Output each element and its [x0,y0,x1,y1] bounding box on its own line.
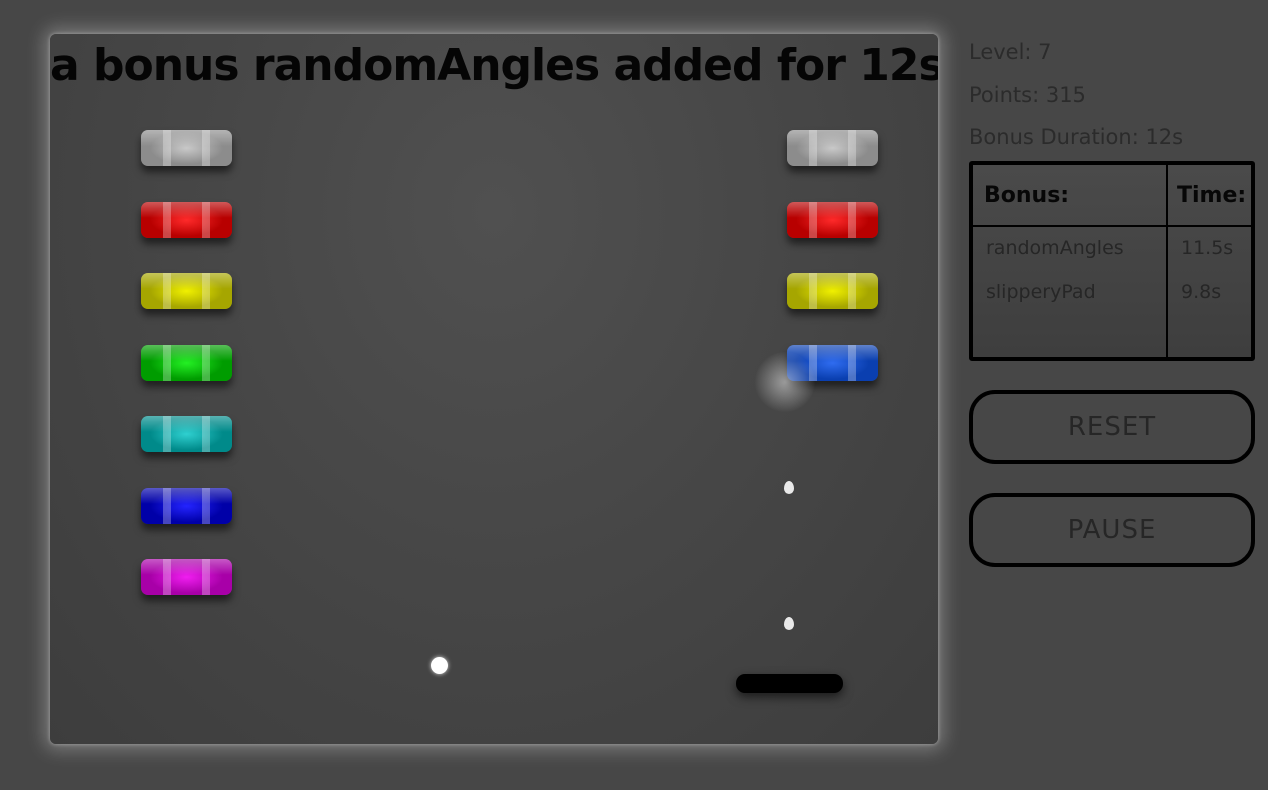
brick-shine [141,416,232,433]
brick-shine [141,345,232,362]
brick [141,416,232,452]
bonus-table: Bonus: Time: randomAngles 11.5s slippery… [969,161,1255,361]
brick-shine [787,273,878,290]
brick [141,273,232,309]
brick-shine [141,488,232,505]
brick-shine [141,202,232,219]
table-cell-bonus: randomAngles [986,237,1124,259]
brick [141,202,232,238]
level-label: Level: 7 [969,40,1052,64]
table-cell-time: 11.5s [1181,237,1234,259]
brick [787,130,878,166]
brick [787,273,878,309]
table-cell-bonus: slipperyPad [986,281,1096,303]
bonus-drop [784,481,794,494]
table-cell-time: 9.8s [1181,281,1222,303]
game-canvas[interactable]: a bonus randomAngles added for 12s [50,34,938,744]
brick-shine [787,202,878,219]
bonus-message: a bonus randomAngles added for 12s [50,40,938,91]
brick-shine [787,130,878,147]
table-divider [973,225,1251,227]
table-header-bonus: Bonus: [984,183,1070,208]
points-label: Points: 315 [969,83,1086,107]
brick [141,345,232,381]
app-root: a bonus randomAngles added for 12s Level… [0,0,1268,790]
brick [141,130,232,166]
brick [141,488,232,524]
brick [141,559,232,595]
bonus-duration-label: Bonus Duration: 12s [969,125,1184,149]
brick [787,202,878,238]
paddle[interactable] [736,674,843,693]
pause-button[interactable]: PAUSE [969,493,1255,567]
bonus-drop [784,617,794,630]
table-header-time: Time: [1177,183,1247,208]
reset-button[interactable]: RESET [969,390,1255,464]
brick-shine [141,273,232,290]
table-divider [1166,165,1168,357]
ball [431,657,448,674]
brick-shine [141,130,232,147]
brick-break-glow [755,352,815,412]
brick-shine [141,559,232,576]
